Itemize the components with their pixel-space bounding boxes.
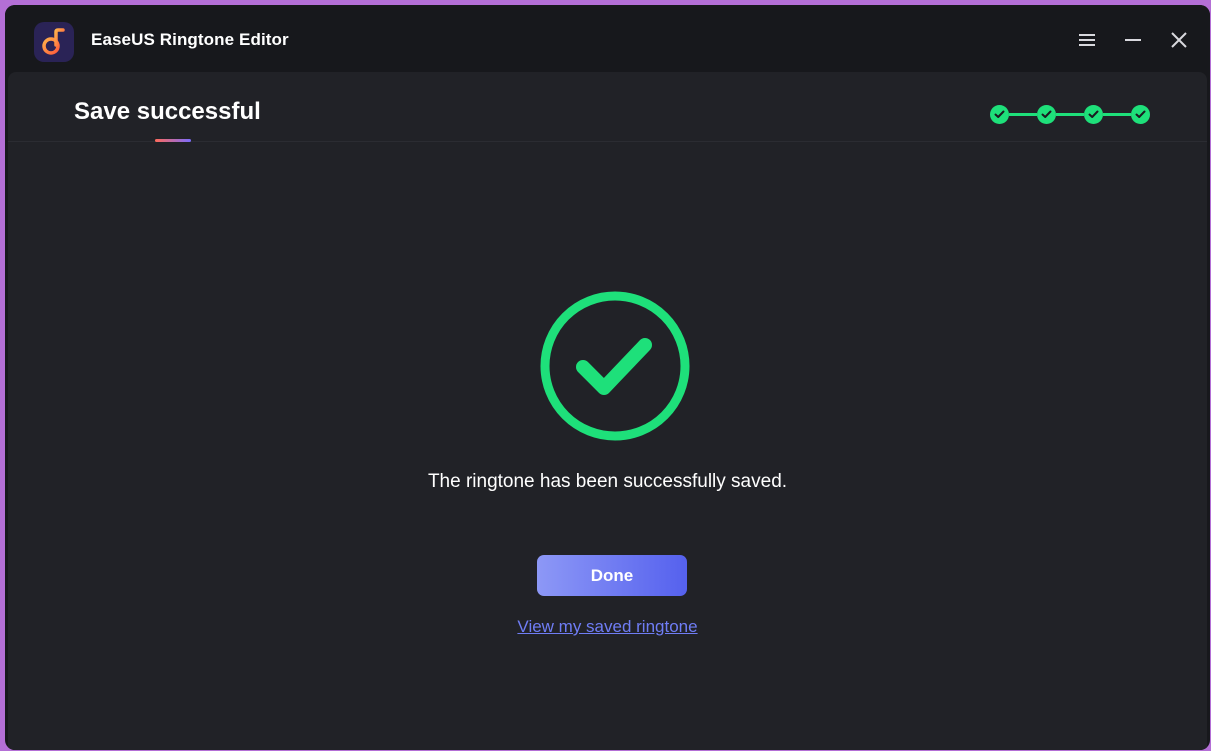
step-1-complete-check-icon	[990, 105, 1009, 124]
main-panel: Save successful The ringtone has been su…	[8, 72, 1207, 750]
app-window: EaseUS Ringtone Editor Save successful T…	[5, 5, 1210, 750]
step-connector	[1056, 113, 1084, 116]
progress-steps	[990, 105, 1150, 124]
music-note-logo-icon	[34, 22, 74, 62]
app-title: EaseUS Ringtone Editor	[91, 30, 289, 49]
step-3-complete-check-icon	[1084, 105, 1103, 124]
view-link-row: View my saved ringtone	[8, 617, 1207, 637]
success-message: The ringtone has been successfully saved…	[427, 471, 788, 492]
minimize-icon[interactable]	[1120, 27, 1146, 53]
success-check-icon	[538, 289, 692, 443]
done-button[interactable]: Done	[537, 555, 687, 596]
page-title: Save successful	[74, 98, 261, 125]
step-connector	[1103, 113, 1131, 116]
title-bar: EaseUS Ringtone Editor	[5, 5, 1210, 75]
page-header: Save successful	[8, 72, 1207, 142]
step-2-complete-check-icon	[1037, 105, 1056, 124]
title-underline	[155, 139, 191, 142]
step-connector	[1009, 113, 1037, 116]
hamburger-menu-icon[interactable]	[1074, 27, 1100, 53]
close-icon[interactable]	[1166, 27, 1192, 53]
view-saved-ringtone-link[interactable]: View my saved ringtone	[517, 617, 697, 636]
step-4-complete-check-icon	[1131, 105, 1150, 124]
